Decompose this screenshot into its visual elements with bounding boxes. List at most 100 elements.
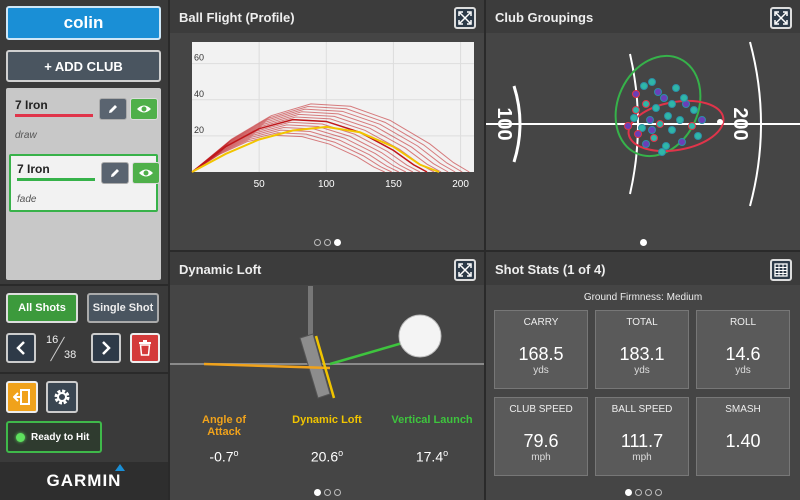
shot-dot[interactable] [650,134,658,142]
attack-angle-value: -0.7o [180,448,268,465]
edit-club-button[interactable] [99,98,127,120]
shot-dot[interactable] [642,100,650,108]
view-club-button[interactable] [130,98,158,120]
club-groupings-chart: 100 200 [486,41,800,207]
page-dot[interactable] [333,239,341,246]
panel-header: Club Groupings [486,0,800,33]
shot-index: 16 [46,334,59,346]
panel-title: Dynamic Loft [179,262,262,277]
expand-button[interactable] [770,7,792,29]
x-tick-label: 50 [254,179,266,190]
current-shot-marker [717,119,723,125]
plot-area [192,42,474,172]
shot-dot[interactable] [660,94,668,102]
dynamic-loft-diagram [170,286,484,399]
shot-dot[interactable] [694,132,702,140]
table-view-button[interactable] [770,259,792,281]
stat-unit: yds [735,365,751,376]
table-icon [774,263,788,277]
ground-firmness: Ground Firmness: Medium [583,292,703,303]
settings-button[interactable] [46,381,78,413]
edit-club-button[interactable] [101,162,129,184]
page-dots [170,489,484,496]
shot-dot[interactable] [658,148,666,156]
shot-dot[interactable] [632,90,640,98]
y-tick-label: 20 [194,125,204,135]
chevron-left-icon [16,341,25,355]
expand-button[interactable] [454,7,476,29]
shot-dot[interactable] [648,78,656,86]
status-indicator-icon [16,432,25,442]
page-dot[interactable] [624,489,632,496]
shot-dot[interactable] [678,138,686,146]
app-root: colin + ADD CLUB 7 Iron draw 7 Iron fade [0,0,800,500]
stat-value: 1.40 [725,431,761,451]
user-button[interactable]: colin [6,6,161,40]
next-shot-button[interactable] [91,333,121,363]
shot-dot[interactable] [690,106,698,114]
shot-dot[interactable] [698,116,706,124]
club-name: 7 Iron [17,162,50,176]
exit-button[interactable] [6,381,38,413]
page-dot[interactable] [333,489,341,496]
page-dot[interactable] [634,489,642,496]
stat-club-speed: CLUB SPEED 79.6 mph [494,397,588,476]
page-dot[interactable] [323,489,331,496]
club-list: 7 Iron draw 7 Iron fade [6,88,161,280]
page-dot[interactable] [323,239,331,246]
page-dot[interactable] [654,489,662,496]
shot-dot[interactable] [654,88,662,96]
shot-dot[interactable] [668,100,676,108]
shot-dot[interactable] [656,120,664,128]
dynamic-loft-panel: Dynamic Loft Angle of Attack -0.7o Dynam… [170,252,484,500]
shot-dot[interactable] [646,116,654,124]
shot-dot[interactable] [624,122,632,130]
x-tick-label: 150 [385,179,402,190]
shot-dot[interactable] [630,114,638,122]
previous-shot-button[interactable] [6,333,36,363]
dynamic-loft-value: 20.6o [278,448,376,465]
shot-dot[interactable] [648,126,656,134]
view-club-button[interactable] [132,162,160,184]
page-dot[interactable] [644,489,652,496]
panel-header: Shot Stats (1 of 4) [486,252,800,285]
value-text: 20.6 [310,448,339,465]
club-card-draw[interactable]: 7 Iron draw [9,92,158,150]
stat-value: 183.1 [619,344,665,364]
exit-door-icon [13,389,30,405]
expand-icon [774,11,788,25]
shot-dot[interactable] [634,130,642,138]
club-name: 7 Iron [15,98,48,112]
page-dot[interactable] [639,239,647,246]
stat-roll: ROLL 14.6 yds [696,310,790,389]
page-dot[interactable] [313,239,321,246]
add-club-button[interactable]: + ADD CLUB [6,50,161,82]
panel-header: Ball Flight (Profile) [170,0,484,33]
degree-symbol: o [338,448,344,458]
shot-dot[interactable] [672,84,680,92]
ball-flight-chart: 50 100 150 200 20 40 60 [191,42,474,190]
shot-dot[interactable] [664,112,672,120]
label-line: Angle of [202,414,246,426]
all-shots-button[interactable]: All Shots [6,293,78,323]
shot-dot[interactable] [640,82,648,90]
ready-label: Ready to Hit [31,431,90,443]
shot-dot[interactable] [680,94,688,102]
shot-dot[interactable] [688,122,696,130]
stat-value: 14.6 [725,344,761,364]
delete-shot-button[interactable] [130,333,160,363]
shot-dot[interactable] [676,116,684,124]
club-card-fade[interactable]: 7 Iron fade [9,154,160,212]
divider [0,284,168,286]
ready-status-button[interactable]: Ready to Hit [6,421,102,453]
page-dot[interactable] [313,489,321,496]
single-shot-button[interactable]: Single Shot [87,293,159,323]
shot-dot[interactable] [632,106,640,114]
pencil-icon [109,105,117,113]
panel-header: Dynamic Loft [170,252,484,285]
shot-dot[interactable] [668,126,676,134]
shot-dot[interactable] [652,104,660,112]
page-dots [486,489,800,496]
shot-dot[interactable] [642,140,650,148]
expand-button[interactable] [454,259,476,281]
